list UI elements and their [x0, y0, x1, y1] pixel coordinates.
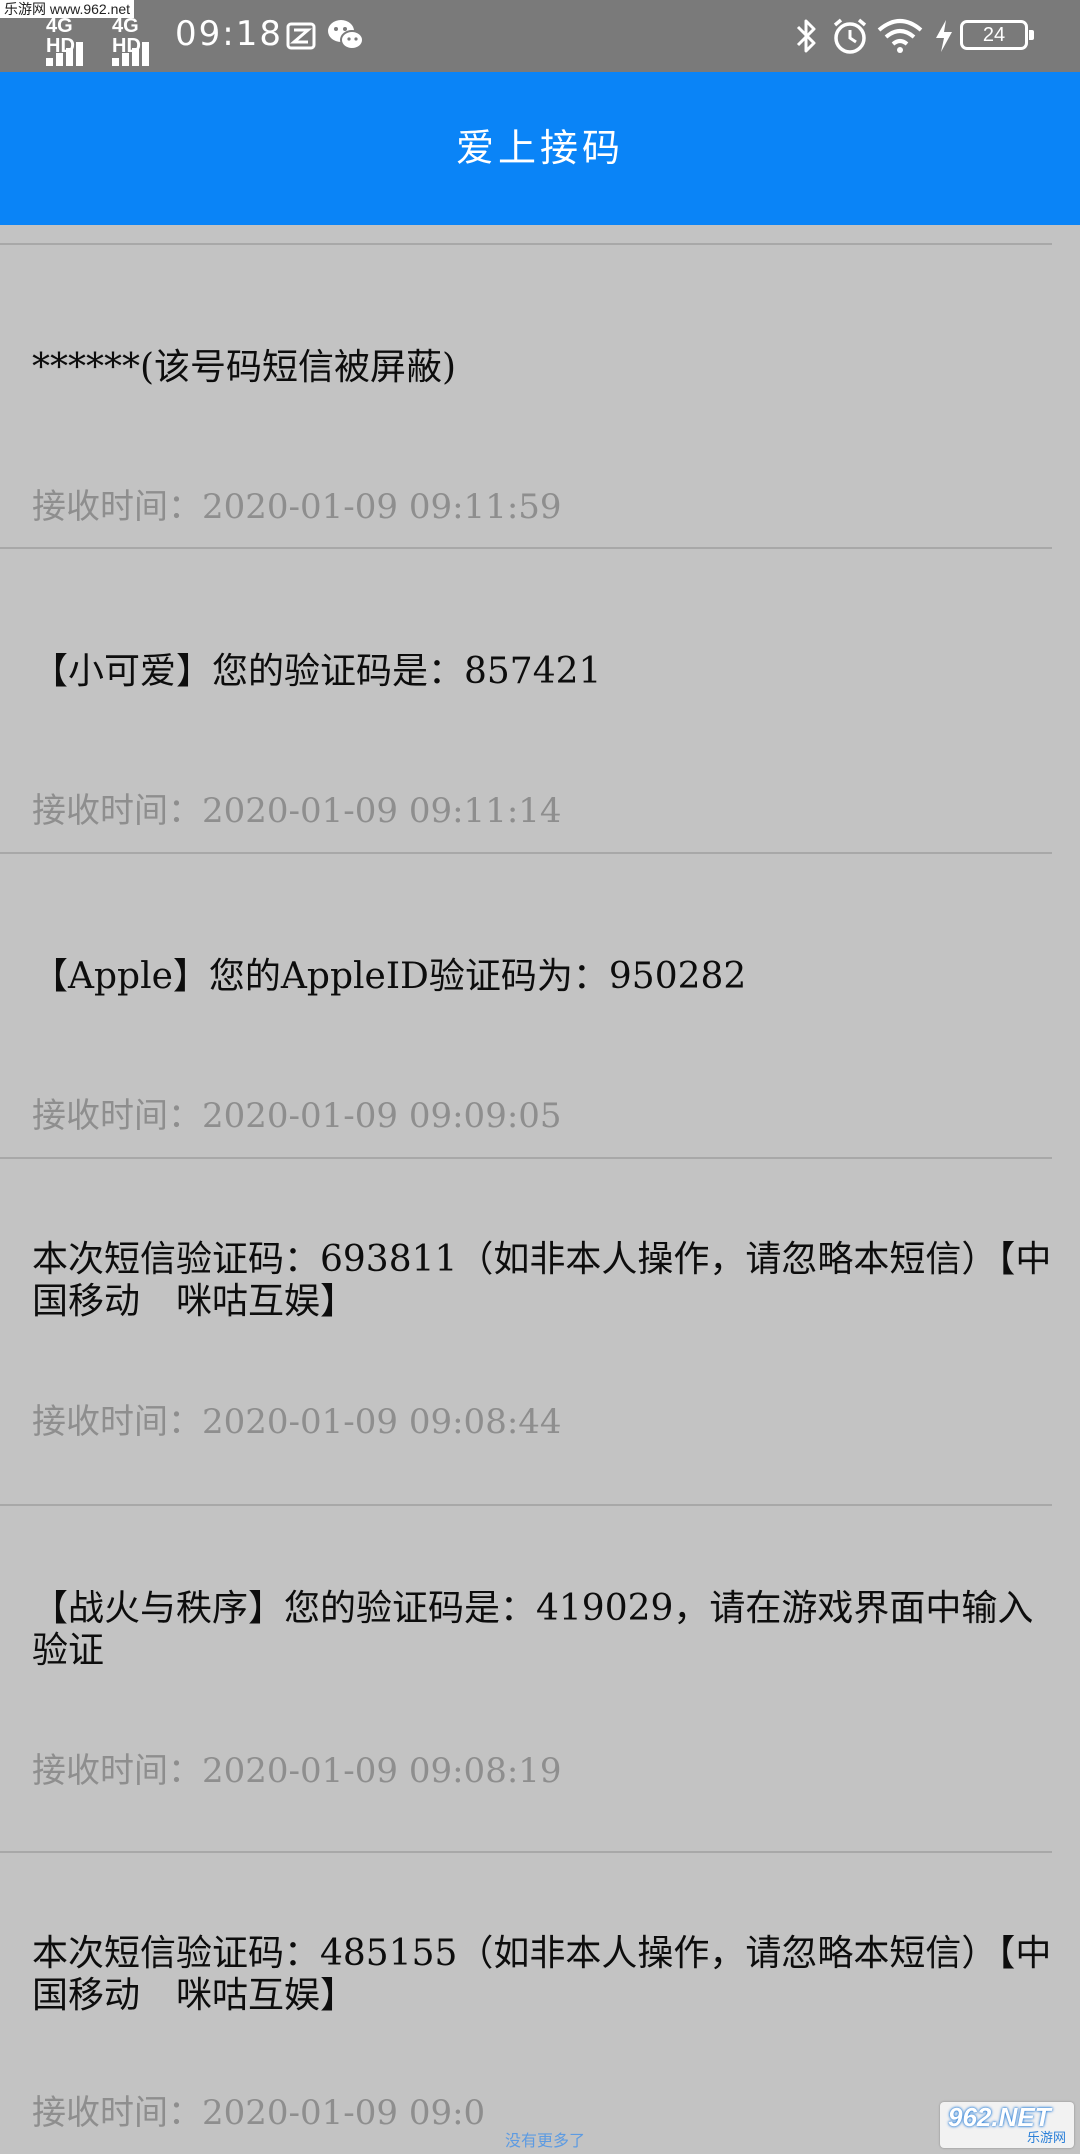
list-item[interactable]: ******(该号码短信被屏蔽) 接收时间：2020-01-09 09:11:5…: [0, 245, 1080, 529]
message-text: ******(该号码短信被屏蔽): [32, 347, 457, 388]
message-time: 接收时间：2020-01-09 09:11:14: [32, 791, 562, 831]
wifi-icon: [877, 19, 923, 53]
alarm-icon: [833, 18, 867, 54]
status-time: 09:18: [175, 14, 283, 54]
list-item[interactable]: 本次短信验证码：693811（如非本人操作，请忽略本短信）【中国移动 咪咕互娱】…: [0, 1159, 1080, 1505]
page-title: 爱上接码: [455, 126, 624, 170]
list-item[interactable]: 【战火与秩序】您的验证码是：419029，请在游戏界面中输入验证 接收时间：20…: [0, 1506, 1080, 1852]
wechat-icon: [328, 20, 364, 50]
battery-level: 24: [982, 24, 1006, 46]
charging-icon: [936, 20, 952, 52]
status-bar: 乐游网 www.962.net 4G HD 4G HD 09:18 24: [0, 0, 1080, 72]
message-text: 【Apple】您的AppleID验证码为：950282: [32, 956, 747, 997]
list-item[interactable]: 本次短信验证码：485155（如非本人操作，请忽略本短信）【中国移动 咪咕互娱】…: [0, 1853, 1080, 2154]
load-more-hint: 没有更多了: [505, 2133, 586, 2150]
list-item[interactable]: 【Apple】您的AppleID验证码为：950282 接收时间：2020-01…: [0, 854, 1080, 1158]
watermark-logo: 962.NET 乐游网: [940, 2102, 1074, 2148]
message-text: 【战火与秩序】您的验证码是：419029，请在游戏界面中输入验证: [32, 1588, 1034, 1671]
message-text: 本次短信验证码：485155（如非本人操作，请忽略本短信）【中国移动 咪咕互娱】: [32, 1933, 1052, 2016]
message-time: 接收时间：2020-01-09 09:11:59: [32, 487, 562, 527]
app-bar: 爱上接码: [0, 72, 1080, 225]
message-time: 接收时间：2020-01-09 09:09:05: [32, 1096, 562, 1136]
message-time: 接收时间：2020-01-09 09:08:19: [32, 1751, 562, 1791]
screenshot-icon: [286, 22, 316, 50]
bluetooth-icon: [796, 19, 816, 53]
battery-icon: 24: [960, 20, 1034, 50]
message-text: 【小可爱】您的验证码是：857421: [32, 651, 602, 692]
message-time: 接收时间：2020-01-09 09:0: [32, 2093, 486, 2133]
message-text: 本次短信验证码：693811（如非本人操作，请忽略本短信）【中国移动 咪咕互娱】: [32, 1239, 1052, 1322]
message-time: 接收时间：2020-01-09 09:08:44: [32, 1402, 562, 1442]
list-item[interactable]: 【小可爱】您的验证码是：857421 接收时间：2020-01-09 09:11…: [0, 549, 1080, 853]
